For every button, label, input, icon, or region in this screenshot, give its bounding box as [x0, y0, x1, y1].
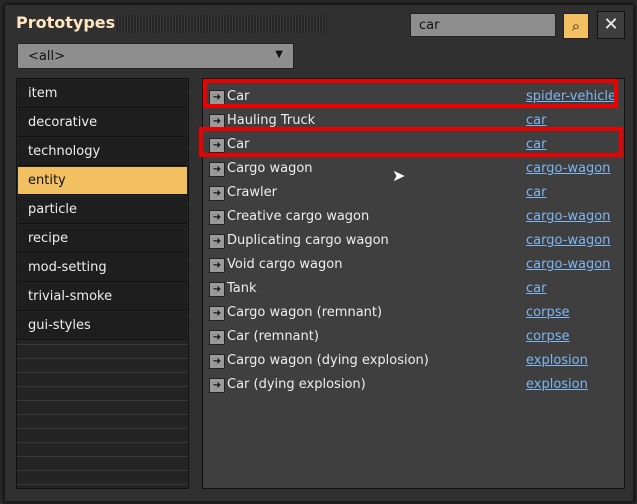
filter-value: <all>: [28, 49, 65, 64]
result-row[interactable]: ➜ Void cargo wagon cargo-wagon: [203, 253, 624, 277]
category-list[interactable]: item decorative technology entity particle re…: [16, 78, 189, 489]
filter-dropdown[interactable]: <all> ▼: [17, 43, 294, 69]
result-type-link[interactable]: explosion: [526, 349, 588, 373]
category-item-technology[interactable]: technology: [18, 138, 187, 166]
result-name: Hauling Truck: [227, 113, 316, 128]
result-name: Duplicating cargo wagon: [227, 233, 389, 248]
result-row[interactable]: ➜ Car (remnant) corpse: [203, 325, 624, 349]
arrow-right-icon[interactable]: ➜: [209, 258, 225, 273]
arrow-right-icon[interactable]: ➜: [209, 354, 225, 369]
result-type-link[interactable]: car: [526, 181, 546, 205]
chevron-down-icon: ▼: [275, 49, 283, 60]
result-row[interactable]: ➜ Cargo wagon (remnant) corpse: [203, 301, 624, 325]
result-type-link[interactable]: cargo-wagon: [526, 253, 610, 277]
search-button[interactable]: ⌕: [563, 13, 589, 39]
result-type-link[interactable]: car: [526, 109, 546, 133]
close-button[interactable]: ✕: [597, 11, 625, 39]
result-row[interactable]: ➜ Cargo wagon (dying explosion) explosion: [203, 349, 624, 373]
result-name: Tank: [227, 281, 257, 296]
category-item-particle[interactable]: particle: [18, 196, 187, 224]
result-type-link[interactable]: cargo-wagon: [526, 229, 610, 253]
arrow-right-icon[interactable]: ➜: [209, 234, 225, 249]
arrow-right-icon[interactable]: ➜: [209, 186, 225, 201]
close-icon: ✕: [603, 14, 619, 35]
prototypes-window: Prototypes car ⌕ ✕ <all> ▼ item decorative…: [4, 4, 634, 502]
result-row[interactable]: ➜ Tank car: [203, 277, 624, 301]
arrow-right-icon[interactable]: ➜: [209, 330, 225, 345]
arrow-right-icon[interactable]: ➜: [209, 90, 225, 105]
result-name: Car (remnant): [227, 329, 319, 344]
result-name: Void cargo wagon: [227, 257, 343, 272]
result-type-link[interactable]: car: [526, 133, 546, 157]
magnifier-icon: ⌕: [571, 17, 581, 35]
category-item-mod-setting[interactable]: mod-setting: [18, 254, 187, 282]
result-type-link[interactable]: car: [526, 277, 546, 301]
result-row[interactable]: ➜ Creative cargo wagon cargo-wagon: [203, 205, 624, 229]
arrow-right-icon[interactable]: ➜: [209, 138, 225, 153]
result-name: Creative cargo wagon: [227, 209, 370, 224]
category-item-trivial-smoke[interactable]: trivial-smoke: [18, 283, 187, 311]
search-input[interactable]: car: [410, 13, 556, 37]
result-type-link[interactable]: corpse: [526, 325, 569, 349]
category-item-item[interactable]: item: [18, 80, 187, 108]
result-row[interactable]: ➜ Car car: [203, 133, 624, 157]
result-name: Car: [227, 89, 250, 104]
result-row[interactable]: ➜ Duplicating cargo wagon cargo-wagon: [203, 229, 624, 253]
result-name: Crawler: [227, 185, 277, 200]
result-row[interactable]: ➜ Car (dying explosion) explosion: [203, 373, 624, 397]
category-item-decorative[interactable]: decorative: [18, 109, 187, 137]
result-name: Cargo wagon (remnant): [227, 305, 383, 320]
result-row[interactable]: ➜ Crawler car: [203, 181, 624, 205]
result-name: Cargo wagon: [227, 161, 313, 176]
arrow-right-icon[interactable]: ➜: [209, 378, 225, 393]
result-row[interactable]: ➜ Cargo wagon cargo-wagon: [203, 157, 624, 181]
arrow-right-icon[interactable]: ➜: [209, 282, 225, 297]
arrow-right-icon[interactable]: ➜: [209, 114, 225, 129]
drag-handle[interactable]: [115, 14, 327, 34]
result-type-link[interactable]: corpse: [526, 301, 569, 325]
category-item-recipe[interactable]: recipe: [18, 225, 187, 253]
arrow-right-icon[interactable]: ➜: [209, 162, 225, 177]
arrow-right-icon[interactable]: ➜: [209, 210, 225, 225]
category-item-entity[interactable]: entity: [18, 167, 187, 195]
result-row[interactable]: ➜ Car spider-vehicle: [203, 85, 624, 109]
result-type-link[interactable]: spider-vehicle: [526, 85, 616, 109]
result-type-link[interactable]: explosion: [526, 373, 588, 397]
results-list[interactable]: ➜ Car spider-vehicle ➜ Hauling Truck car ➜ Car c…: [202, 78, 625, 489]
category-item-gui-styles[interactable]: gui-styles: [18, 312, 187, 340]
mouse-cursor-icon: ➤: [392, 166, 406, 185]
result-row[interactable]: ➜ Hauling Truck car: [203, 109, 624, 133]
result-type-link[interactable]: cargo-wagon: [526, 205, 610, 229]
arrow-right-icon[interactable]: ➜: [209, 306, 225, 321]
result-name: Car: [227, 137, 250, 152]
result-type-link[interactable]: cargo-wagon: [526, 157, 610, 181]
result-name: Car (dying explosion): [227, 377, 366, 392]
result-name: Cargo wagon (dying explosion): [227, 353, 429, 368]
window-title: Prototypes: [16, 13, 116, 32]
